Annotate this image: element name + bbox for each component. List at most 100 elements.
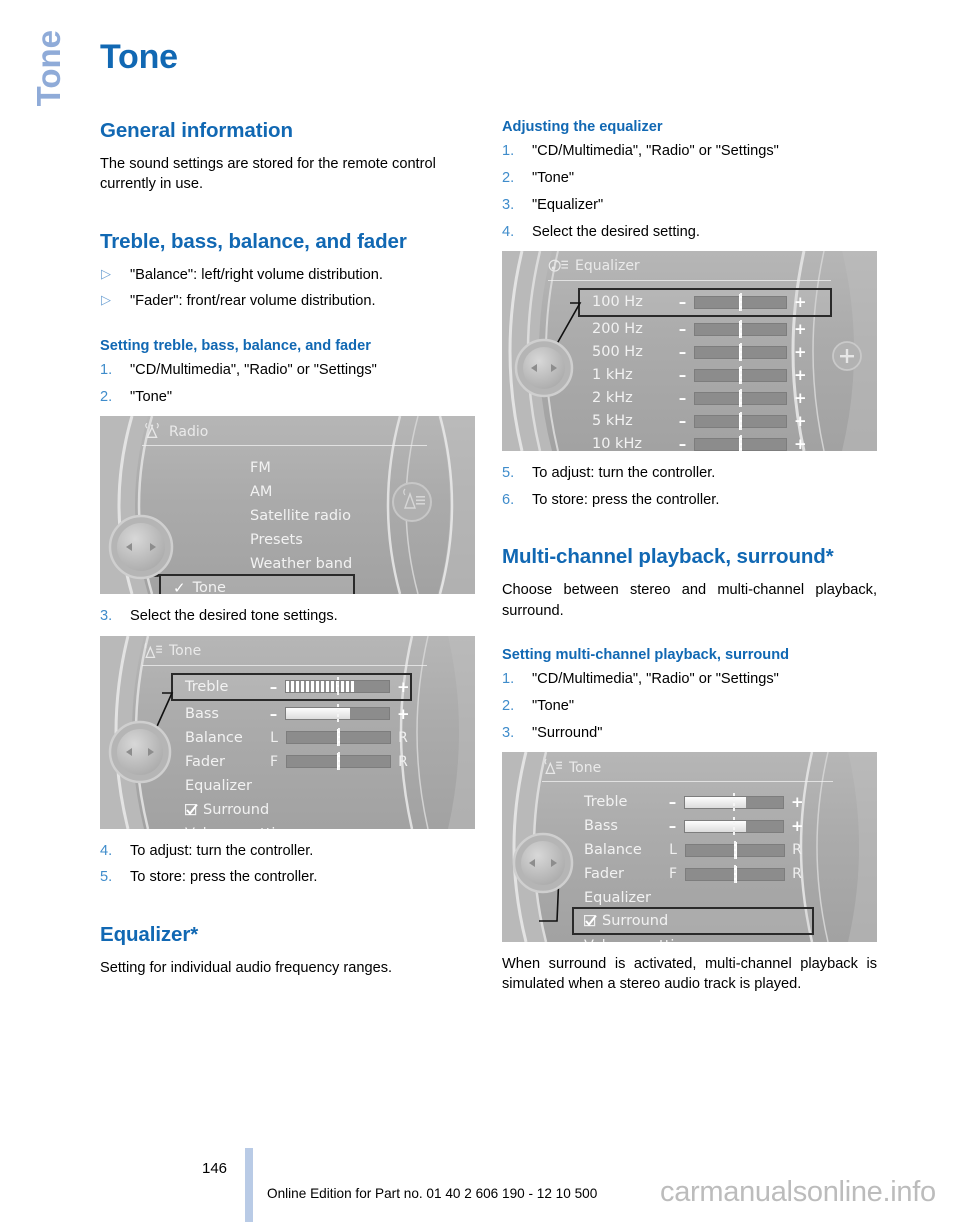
slider-track[interactable] bbox=[684, 792, 784, 812]
tone2-row-surround-selected[interactable]: Surround bbox=[572, 907, 814, 936]
minus-icon[interactable]: – bbox=[678, 343, 687, 361]
idrive-controller-knob[interactable] bbox=[106, 718, 174, 786]
eq-slider-200hz[interactable]: – + bbox=[678, 319, 807, 339]
plus-icon[interactable]: + bbox=[397, 705, 410, 723]
tone-row-equalizer[interactable]: Equalizer bbox=[185, 774, 408, 798]
idrive-controller-knob[interactable] bbox=[106, 512, 176, 582]
tone2-row-equalizer[interactable]: Equalizer bbox=[584, 886, 802, 910]
tone-row-bass[interactable]: Bass – + bbox=[185, 702, 410, 726]
plus-icon[interactable]: + bbox=[794, 435, 807, 451]
tone-row-balance[interactable]: Balance L R bbox=[185, 726, 408, 750]
slider-track[interactable] bbox=[286, 752, 391, 772]
slider-track[interactable] bbox=[694, 342, 787, 362]
bass-slider[interactable]: – + bbox=[668, 816, 804, 836]
tone-row-surround[interactable]: Surround bbox=[185, 798, 408, 822]
tone2-row-treble[interactable]: Treble – + bbox=[584, 790, 804, 814]
minus-icon[interactable]: – bbox=[269, 678, 278, 696]
eq-slider-2khz[interactable]: – + bbox=[678, 388, 807, 408]
radio-mode-button-icon[interactable] bbox=[388, 478, 436, 526]
slider-track[interactable] bbox=[694, 388, 787, 408]
balance-slider[interactable]: L R bbox=[269, 728, 408, 748]
eq-slider-1khz[interactable]: – + bbox=[678, 365, 807, 385]
step-text: "Tone" bbox=[130, 389, 173, 406]
plus-icon[interactable]: + bbox=[794, 293, 807, 311]
plus-icon[interactable]: + bbox=[794, 343, 807, 361]
eq-slider-5khz[interactable]: – + bbox=[678, 411, 807, 431]
tone2-row-volume-settings[interactable]: Volume settings bbox=[584, 934, 802, 942]
minus-icon[interactable]: – bbox=[668, 817, 677, 835]
bass-slider[interactable]: – + bbox=[269, 704, 410, 724]
menu-item-presets[interactable]: Presets bbox=[250, 528, 352, 552]
plus-button-icon[interactable] bbox=[827, 336, 867, 376]
subheading-setting-multichannel: Setting multi-channel playback, surround bbox=[502, 646, 790, 663]
slider-track[interactable] bbox=[685, 840, 785, 860]
minus-icon[interactable]: – bbox=[678, 366, 687, 384]
checkbox-checked-icon[interactable] bbox=[185, 803, 198, 816]
minus-icon[interactable]: – bbox=[678, 320, 687, 338]
tone-row-fader[interactable]: Fader F R bbox=[185, 750, 408, 774]
slider-track[interactable] bbox=[694, 319, 787, 339]
plus-icon[interactable]: + bbox=[794, 412, 807, 430]
menu-item-satellite-radio[interactable]: Satellite radio bbox=[250, 504, 352, 528]
minus-icon[interactable]: – bbox=[678, 412, 687, 430]
plus-icon[interactable]: + bbox=[794, 389, 807, 407]
eq-row-5khz[interactable]: 5 kHz – + bbox=[592, 410, 807, 433]
eq-slider-10khz[interactable]: – + bbox=[678, 434, 807, 451]
plus-icon[interactable]: + bbox=[397, 678, 410, 696]
idrive-controller-knob[interactable] bbox=[510, 830, 576, 896]
front-label: F bbox=[668, 866, 678, 883]
subheading-setting-treble-bass: Setting treble, bass, balance, and fader bbox=[100, 338, 371, 355]
fader-slider[interactable]: F R bbox=[269, 752, 408, 772]
eq-row-2khz[interactable]: 2 kHz – + bbox=[592, 387, 807, 410]
eq-row-1khz[interactable]: 1 kHz – + bbox=[592, 364, 807, 387]
balance-slider[interactable]: L R bbox=[668, 840, 802, 860]
plus-icon[interactable]: + bbox=[794, 366, 807, 384]
slider-track[interactable] bbox=[285, 704, 390, 724]
minus-icon[interactable]: – bbox=[678, 389, 687, 407]
minus-icon[interactable]: – bbox=[668, 793, 677, 811]
eq-row-200hz[interactable]: 200 Hz – + bbox=[592, 318, 807, 341]
treble-slider[interactable]: – + bbox=[668, 792, 804, 812]
slider-track[interactable] bbox=[685, 864, 785, 884]
eq-slider-100hz[interactable]: – + bbox=[678, 292, 807, 312]
tone2-row-balance[interactable]: Balance L R bbox=[584, 838, 802, 862]
tone-row-volume-settings[interactable]: Volume settings bbox=[185, 822, 408, 829]
slider-track[interactable] bbox=[694, 292, 787, 312]
menu-item-tone-selected[interactable]: ✓ Tone bbox=[159, 574, 355, 595]
slider-track[interactable] bbox=[286, 728, 391, 748]
center-tick bbox=[733, 816, 735, 836]
plus-icon[interactable]: + bbox=[791, 817, 804, 835]
tone2-row-fader[interactable]: Fader F R bbox=[584, 862, 802, 886]
plus-icon[interactable]: + bbox=[791, 793, 804, 811]
list-item: 3. "Equalizer" bbox=[502, 195, 877, 215]
treble-bass-bullets: ▷ "Balance": left/right volume distributi… bbox=[100, 265, 475, 312]
tone2-row-bass[interactable]: Bass – + bbox=[584, 814, 804, 838]
slider-track[interactable] bbox=[684, 816, 784, 836]
screen-title: Equalizer bbox=[575, 258, 640, 275]
minus-icon[interactable]: – bbox=[269, 705, 278, 723]
heading-multichannel: Multi-channel playback, surround* bbox=[502, 545, 834, 569]
idrive-controller-knob[interactable] bbox=[512, 336, 576, 400]
menu-item-label: FM bbox=[250, 460, 271, 477]
menu-item-fm[interactable]: FM bbox=[250, 456, 352, 480]
treble-slider[interactable]: – + bbox=[269, 677, 410, 697]
slider-track[interactable] bbox=[285, 677, 390, 697]
steps-adjust-store-left: 4. To adjust: turn the controller. 5. To s… bbox=[100, 841, 475, 888]
plus-icon[interactable]: + bbox=[794, 320, 807, 338]
minus-icon[interactable]: – bbox=[678, 293, 687, 311]
footer-accent-bar bbox=[245, 1148, 253, 1222]
eq-row-10khz[interactable]: 10 kHz – + bbox=[592, 433, 807, 451]
eq-row-100hz-selected[interactable]: 100 Hz – + bbox=[578, 287, 832, 317]
slider-track[interactable] bbox=[694, 411, 787, 431]
menu-item-weather-band[interactable]: Weather band bbox=[250, 552, 352, 576]
minus-icon[interactable]: – bbox=[678, 435, 687, 451]
tone-row-label: Bass bbox=[584, 818, 618, 835]
slider-track[interactable] bbox=[694, 434, 787, 451]
eq-row-500hz[interactable]: 500 Hz – + bbox=[592, 341, 807, 364]
slider-track[interactable] bbox=[694, 365, 787, 385]
eq-slider-500hz[interactable]: – + bbox=[678, 342, 807, 362]
checkbox-checked-icon[interactable] bbox=[584, 915, 597, 927]
tone-row-treble-selected[interactable]: Treble – + bbox=[171, 672, 412, 701]
menu-item-am[interactable]: AM bbox=[250, 480, 352, 504]
fader-slider[interactable]: F R bbox=[668, 864, 802, 884]
